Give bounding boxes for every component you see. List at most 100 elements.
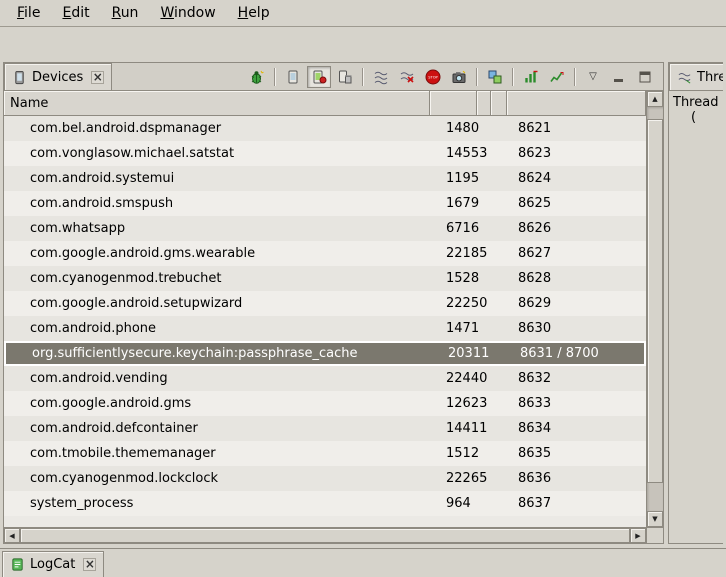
minimize-icon[interactable] [607,66,631,88]
horizontal-scrollbar[interactable]: ◀ ▶ [4,528,646,543]
column-header-status[interactable] [477,91,491,116]
stop-thread-updates-icon[interactable] [395,66,419,88]
process-pid: 1480 [430,121,477,136]
process-row[interactable]: org.sufficientlysecure.keychain:passphra… [4,341,646,366]
process-row[interactable]: com.tmobile.thememanager 1512 8635 [4,441,646,466]
column-header-name[interactable]: Name [4,91,430,116]
process-port: 8629 [507,296,646,311]
process-row[interactable]: com.google.android.setupwizard 22250 862… [4,291,646,316]
menu-help[interactable]: Help [227,2,281,24]
screen-capture-icon[interactable] [447,66,471,88]
threads-panel: Threads Thread up ( [668,62,723,544]
close-icon[interactable]: × [83,558,96,571]
tab-threads[interactable]: Threads [669,63,723,90]
process-name: com.android.systemui [4,171,430,186]
process-pid: 1512 [430,446,477,461]
process-row[interactable]: system_process 964 8637 [4,491,646,516]
process-row[interactable]: com.vonglasow.michael.satstat 14553 8623 [4,141,646,166]
process-name: org.sufficientlysecure.keychain:passphra… [6,346,432,361]
horizontal-scroll-track[interactable] [20,528,630,543]
svg-text:STOP: STOP [428,75,438,79]
menu-edit[interactable]: Edit [51,2,100,24]
menu-file[interactable]: File [6,2,51,24]
column-header-port[interactable] [507,91,646,116]
menu-bar: FileEditRunWindowHelp [0,0,726,27]
process-pid: 1528 [430,271,477,286]
process-row[interactable]: com.android.phone 1471 8630 [4,316,646,341]
process-name: com.cyanogenmod.trebuchet [4,271,430,286]
start-method-profiling-icon[interactable] [519,66,543,88]
process-port: 8621 [507,121,646,136]
threads-tab-label: Threads [697,70,723,85]
scroll-left-button[interactable]: ◀ [4,528,20,543]
scroll-up-button[interactable]: ▲ [647,91,663,107]
devices-tab-bar: Devices × [4,63,663,91]
process-name: com.tmobile.thememanager [4,446,430,461]
menu-run[interactable]: Run [101,2,150,24]
stop-process-icon[interactable]: STOP [421,66,445,88]
update-heap-icon[interactable] [281,66,305,88]
toolbar-separator [512,68,514,86]
device-table-header: Name [4,91,646,116]
process-pid: 6716 [430,221,477,236]
dump-view-hierarchy-icon[interactable] [483,66,507,88]
column-header-pid[interactable] [430,91,477,116]
process-row[interactable]: com.cyanogenmod.lockclock 22265 8636 [4,466,646,491]
process-row[interactable]: com.google.android.gms 12623 8633 [4,391,646,416]
main-area: Devices × [0,60,726,548]
process-row[interactable]: com.whatsapp 6716 8626 [4,216,646,241]
column-header-heap[interactable] [491,91,507,116]
process-name: com.bel.android.dspmanager [4,121,430,136]
dump-hprof-icon[interactable] [307,66,331,88]
cause-gc-icon[interactable] [333,66,357,88]
process-pid: 12623 [430,396,477,411]
horizontal-scroll-thumb[interactable] [20,528,630,543]
device-table: Name com.bel.android.dspmanager 1480 862… [4,91,663,527]
horizontal-scroll-row: ◀ ▶ [4,527,663,543]
view-menu-icon[interactable]: ▽ [581,66,605,88]
process-port: 8630 [507,321,646,336]
tab-logcat[interactable]: LogCat × [2,551,104,577]
process-name: com.google.android.gms [4,396,430,411]
process-row[interactable]: com.cyanogenmod.trebuchet 1528 8628 [4,266,646,291]
maximize-icon[interactable] [633,66,657,88]
process-row[interactable]: com.android.smspush 1679 8625 [4,191,646,216]
process-name: com.whatsapp [4,221,430,236]
process-row[interactable]: com.android.defcontainer 14411 8634 [4,416,646,441]
device-table-body: com.bel.android.dspmanager 1480 8621 com… [4,116,646,527]
devices-panel: Devices × [3,62,664,544]
debug-icon[interactable] [245,66,269,88]
threads-tab-bar: Threads [669,63,723,91]
scroll-right-icon: ▶ [635,532,640,540]
process-name: com.android.phone [4,321,430,336]
network-statistics-icon[interactable] [545,66,569,88]
process-pid: 964 [430,496,477,511]
toolbar-separator [476,68,478,86]
process-pid: 14553 [430,146,477,161]
bottom-bar: LogCat × [0,548,726,577]
scroll-down-button[interactable]: ▼ [647,511,663,527]
process-row[interactable]: com.android.vending 22440 8632 [4,366,646,391]
threads-message-line1: Thread up [673,95,723,110]
process-pid: 22185 [430,246,477,261]
process-row[interactable]: com.bel.android.dspmanager 1480 8621 [4,116,646,141]
process-row[interactable]: com.google.android.gms.wearable 22185 86… [4,241,646,266]
scroll-left-icon: ◀ [9,532,14,540]
vertical-scroll-thumb[interactable] [647,119,663,483]
close-icon[interactable]: × [91,71,104,84]
menu-window[interactable]: Window [149,2,226,24]
process-port: 8636 [507,471,646,486]
scroll-right-button[interactable]: ▶ [630,528,646,543]
vertical-scrollbar[interactable]: ▲ ▼ [646,91,663,527]
tab-devices[interactable]: Devices × [4,63,112,90]
process-pid: 22265 [430,471,477,486]
toolbar-strip [0,27,726,60]
process-name: com.android.smspush [4,196,430,211]
update-threads-icon[interactable] [369,66,393,88]
process-name: com.android.defcontainer [4,421,430,436]
process-port: 8635 [507,446,646,461]
process-name: com.google.android.setupwizard [4,296,430,311]
process-row[interactable]: com.android.systemui 1195 8624 [4,166,646,191]
threads-message: Thread up ( [669,91,723,543]
vertical-scroll-track[interactable] [647,107,663,511]
